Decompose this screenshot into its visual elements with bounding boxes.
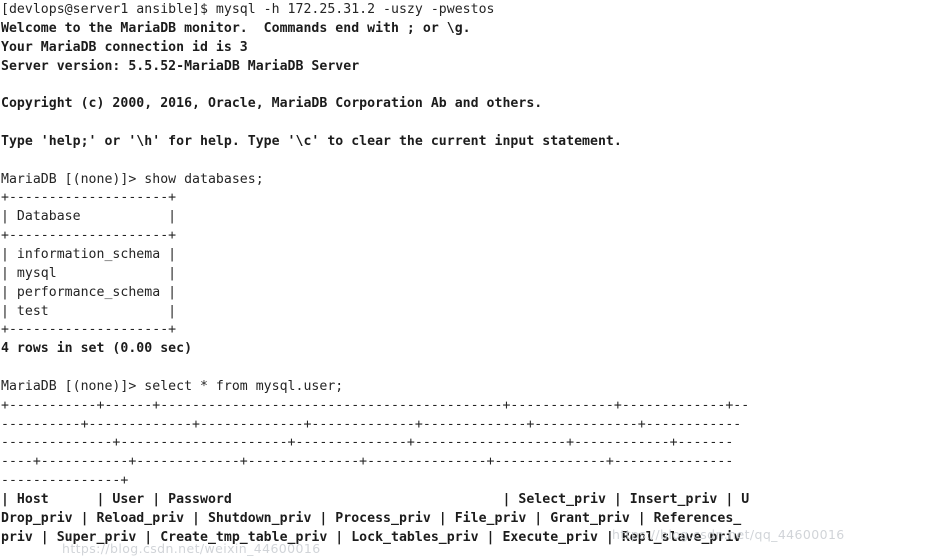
user-table-header-row: priv | Super_priv | Create_tmp_table_pri…	[1, 529, 742, 545]
user-table-header-row: Drop_priv | Reload_priv | Shutdown_priv …	[1, 510, 742, 526]
prompt-select-mysql-user: MariaDB [(none)]> select * from mysql.us…	[1, 378, 344, 394]
table-row: | mysql |	[1, 265, 177, 281]
shell-prompt-line: [devlops@server1 ansible]$ mysql -h 172.…	[1, 2, 495, 17]
user-table-separator: ----------+-------------+-------------+-…	[1, 416, 742, 432]
mariadb-welcome-line: Welcome to the MariaDB monitor. Commands…	[1, 20, 471, 36]
terminal-window[interactable]: [devlops@server1 ansible]$ mysql -h 172.…	[0, 0, 932, 559]
databases-border-mid: +--------------------+	[1, 228, 177, 244]
user-table-separator: ----+-----------+-------------+---------…	[1, 454, 734, 470]
databases-row-count-status: 4 rows in set (0.00 sec)	[1, 341, 193, 357]
user-table-separator: ---------------+	[1, 473, 129, 489]
server-version-line: Server version: 5.5.52-MariaDB MariaDB S…	[1, 58, 360, 74]
table-row: | test |	[1, 303, 177, 319]
databases-header-row: | Database |	[1, 209, 177, 225]
user-table-separator: +-----------+------+--------------------…	[1, 397, 750, 413]
table-row: | information_schema |	[1, 246, 177, 262]
table-row: | performance_schema |	[1, 284, 177, 300]
user-table-header-row: | Host | User | Password | Select_priv |…	[1, 491, 750, 507]
help-hint-line: Type 'help;' or '\h' for help. Type '\c'…	[1, 133, 622, 149]
databases-border-bottom: +--------------------+	[1, 322, 177, 338]
prompt-show-databases: MariaDB [(none)]> show databases;	[1, 171, 264, 187]
copyright-line: Copyright (c) 2000, 2016, Oracle, MariaD…	[1, 96, 543, 112]
databases-border-top: +--------------------+	[1, 190, 177, 206]
connection-id-line: Your MariaDB connection id is 3	[1, 39, 248, 55]
user-table-separator: --------------+---------------------+---…	[1, 435, 734, 451]
